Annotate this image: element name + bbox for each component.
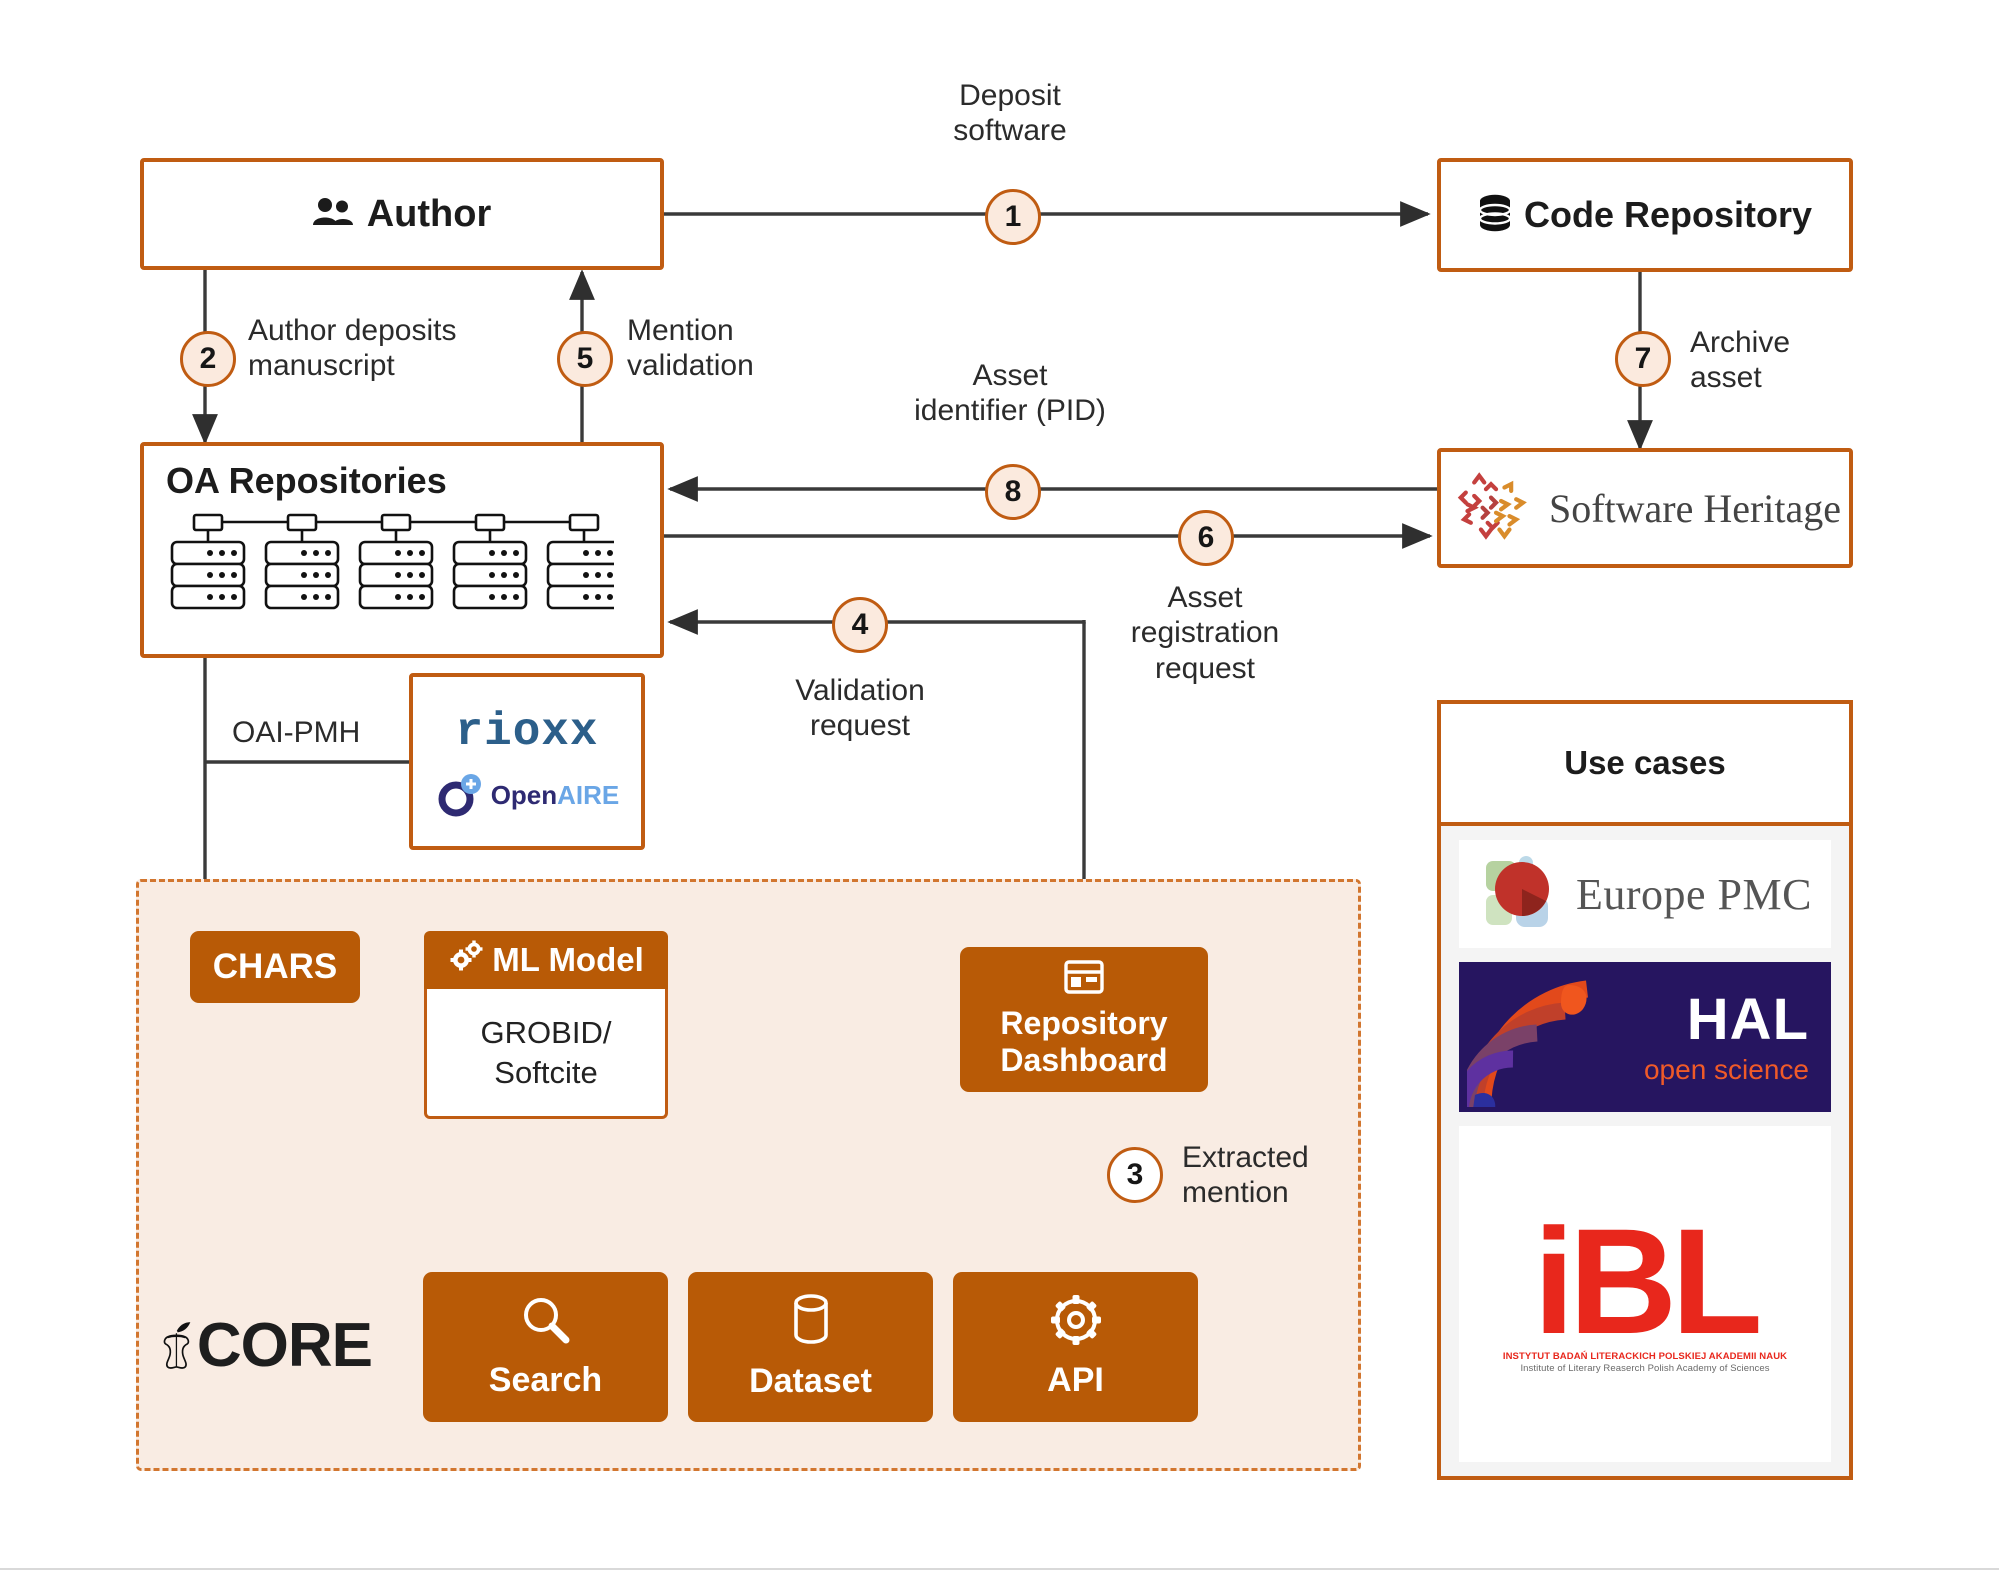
hal-logo-icon	[1467, 980, 1589, 1107]
use-cases-title: Use cases	[1441, 704, 1849, 826]
use-cases-panel: Use cases Europe PMC HAL open science iB…	[1437, 700, 1853, 1480]
edge-label-5-line2: validation	[627, 349, 754, 383]
edge-number-5[interactable]: 5	[557, 331, 613, 387]
edge-label-oaipmh: OAI-PMH	[232, 716, 361, 749]
edge-label-6-line2: registration	[1130, 616, 1280, 650]
node-author[interactable]: Author	[140, 158, 664, 270]
edge-label-5-line1: Mention	[627, 314, 734, 347]
edge-label-7-line1: Archive	[1690, 326, 1791, 359]
edge-label-1-line1: Deposit	[959, 79, 1061, 112]
edge-label-4: Validation request	[740, 673, 980, 744]
database-icon	[1478, 194, 1512, 237]
edge-label-3-line2: mention	[1182, 1176, 1289, 1210]
people-icon	[312, 197, 355, 232]
rioxx-logo-text: rioxx	[455, 705, 599, 758]
use-case-hal-label: HAL	[1686, 986, 1809, 1052]
node-code-repository-label: Code Repository	[1523, 194, 1813, 235]
dashboard-icon	[1064, 960, 1104, 999]
edge-label-2-line1: Author deposits	[248, 314, 457, 347]
node-ml-model-sub-line2: Softcite	[494, 1054, 598, 1090]
node-api[interactable]: API	[953, 1272, 1198, 1422]
node-code-repository[interactable]: Code Repository	[1437, 158, 1853, 272]
use-case-europe-pmc[interactable]: Europe PMC	[1459, 840, 1831, 948]
node-repository-dashboard[interactable]: Repository Dashboard	[960, 947, 1208, 1092]
bottom-divider	[0, 1568, 1999, 1589]
ibl-subtitle-pl: INSTYTUT BADAŃ LITERACKICH POLSKIEJ AKAD…	[1502, 1350, 1788, 1362]
openaire-ring-icon	[438, 773, 481, 816]
edge-number-4[interactable]: 4	[832, 597, 888, 653]
core-label: CORE	[196, 1310, 373, 1380]
node-api-label: API	[1047, 1361, 1104, 1399]
edge-label-1: Deposit software	[890, 78, 1130, 149]
server-rack-icon	[166, 512, 638, 625]
node-ml-model-sub-line1: GROBID/	[480, 1014, 612, 1050]
node-dataset-label: Dataset	[749, 1362, 872, 1400]
node-software-heritage[interactable]: Software Heritage	[1437, 448, 1853, 568]
edge-number-2[interactable]: 2	[180, 331, 236, 387]
node-software-heritage-label: Software Heritage	[1548, 485, 1842, 531]
node-search-label: Search	[488, 1361, 603, 1399]
node-dataset[interactable]: Dataset	[688, 1272, 933, 1422]
apple-core-icon	[163, 1322, 191, 1369]
node-repository-dashboard-label-line2: Dashboard	[1000, 1042, 1168, 1078]
node-rioxx[interactable]: rioxx OpenAIRE	[409, 673, 645, 850]
edge-label-5: Mention validation	[627, 313, 857, 384]
gear-icon	[1050, 1294, 1102, 1351]
edge-label-2: Author deposits manuscript	[248, 313, 538, 384]
edge-label-7-line2: asset	[1690, 361, 1762, 395]
edge-label-3-line1: Extracted	[1182, 1141, 1309, 1174]
gears-icon	[448, 940, 484, 980]
edge-number-3[interactable]: 3	[1107, 1147, 1163, 1203]
cylinder-icon	[791, 1293, 831, 1352]
edge-label-8-line1: Asset	[972, 359, 1048, 392]
ibl-letters: iBL	[1533, 1196, 1763, 1365]
edge-number-8[interactable]: 8	[985, 464, 1041, 520]
openaire-open-text: Open	[490, 780, 558, 810]
node-ml-model-label: ML Model	[492, 941, 644, 978]
edge-label-4-line1: Validation	[795, 674, 925, 707]
node-repository-dashboard-label-line1: Repository	[1000, 1004, 1168, 1041]
edge-label-1-line2: software	[953, 114, 1067, 148]
edge-number-1[interactable]: 1	[985, 189, 1041, 245]
ibl-subtitle-en: Institute of Literary Reaserch Polish Ac…	[1520, 1362, 1770, 1374]
europe-pmc-logo-icon	[1486, 856, 1549, 927]
use-case-hal[interactable]: HAL open science	[1459, 962, 1831, 1112]
node-oa-repositories[interactable]: OA Repositories	[140, 442, 664, 658]
core-logo: CORE	[160, 1280, 373, 1410]
use-case-ibl[interactable]: iBL INSTYTUT BADAŃ LITERACKICH POLSKIEJ …	[1459, 1126, 1831, 1462]
node-chars[interactable]: CHARS	[190, 931, 360, 1003]
software-heritage-logo	[1449, 464, 1533, 553]
edge-label-2-line2: manuscript	[248, 349, 395, 383]
ibl-logo-icon: iBL INSTYTUT BADAŃ LITERACKICH POLSKIEJ …	[1502, 1151, 1788, 1437]
node-oa-repositories-label: OA Repositories	[166, 460, 447, 501]
magnifier-icon	[520, 1294, 572, 1351]
edge-number-7[interactable]: 7	[1615, 331, 1671, 387]
edge-label-6-line3: request	[1154, 651, 1256, 685]
edge-label-6-line1: Asset	[1167, 581, 1243, 614]
use-case-hal-sublabel: open science	[1643, 1053, 1809, 1085]
edge-label-8-line2: identifier (PID)	[914, 394, 1106, 428]
node-ml-model[interactable]: ML Model GROBID/ Softcite	[424, 931, 668, 1119]
edge-number-6[interactable]: 6	[1178, 510, 1234, 566]
edge-label-7: Archive asset	[1690, 325, 1910, 396]
node-search[interactable]: Search	[423, 1272, 668, 1422]
edge-label-4-line2: request	[809, 709, 911, 743]
node-author-label: Author	[366, 192, 492, 235]
use-case-europe-pmc-label: Europe PMC	[1576, 869, 1812, 919]
edge-label-8: Asset identifier (PID)	[885, 358, 1135, 429]
openaire-logo: OpenAIRE	[435, 773, 620, 818]
node-chars-label: CHARS	[212, 947, 338, 986]
openaire-aire-text: AIRE	[557, 780, 620, 810]
edge-label-6: Asset registration request	[1075, 580, 1335, 686]
diagram-canvas: Author Code Repository OA Repositories S…	[0, 0, 1999, 1589]
edge-label-3: Extracted mention	[1182, 1140, 1412, 1211]
